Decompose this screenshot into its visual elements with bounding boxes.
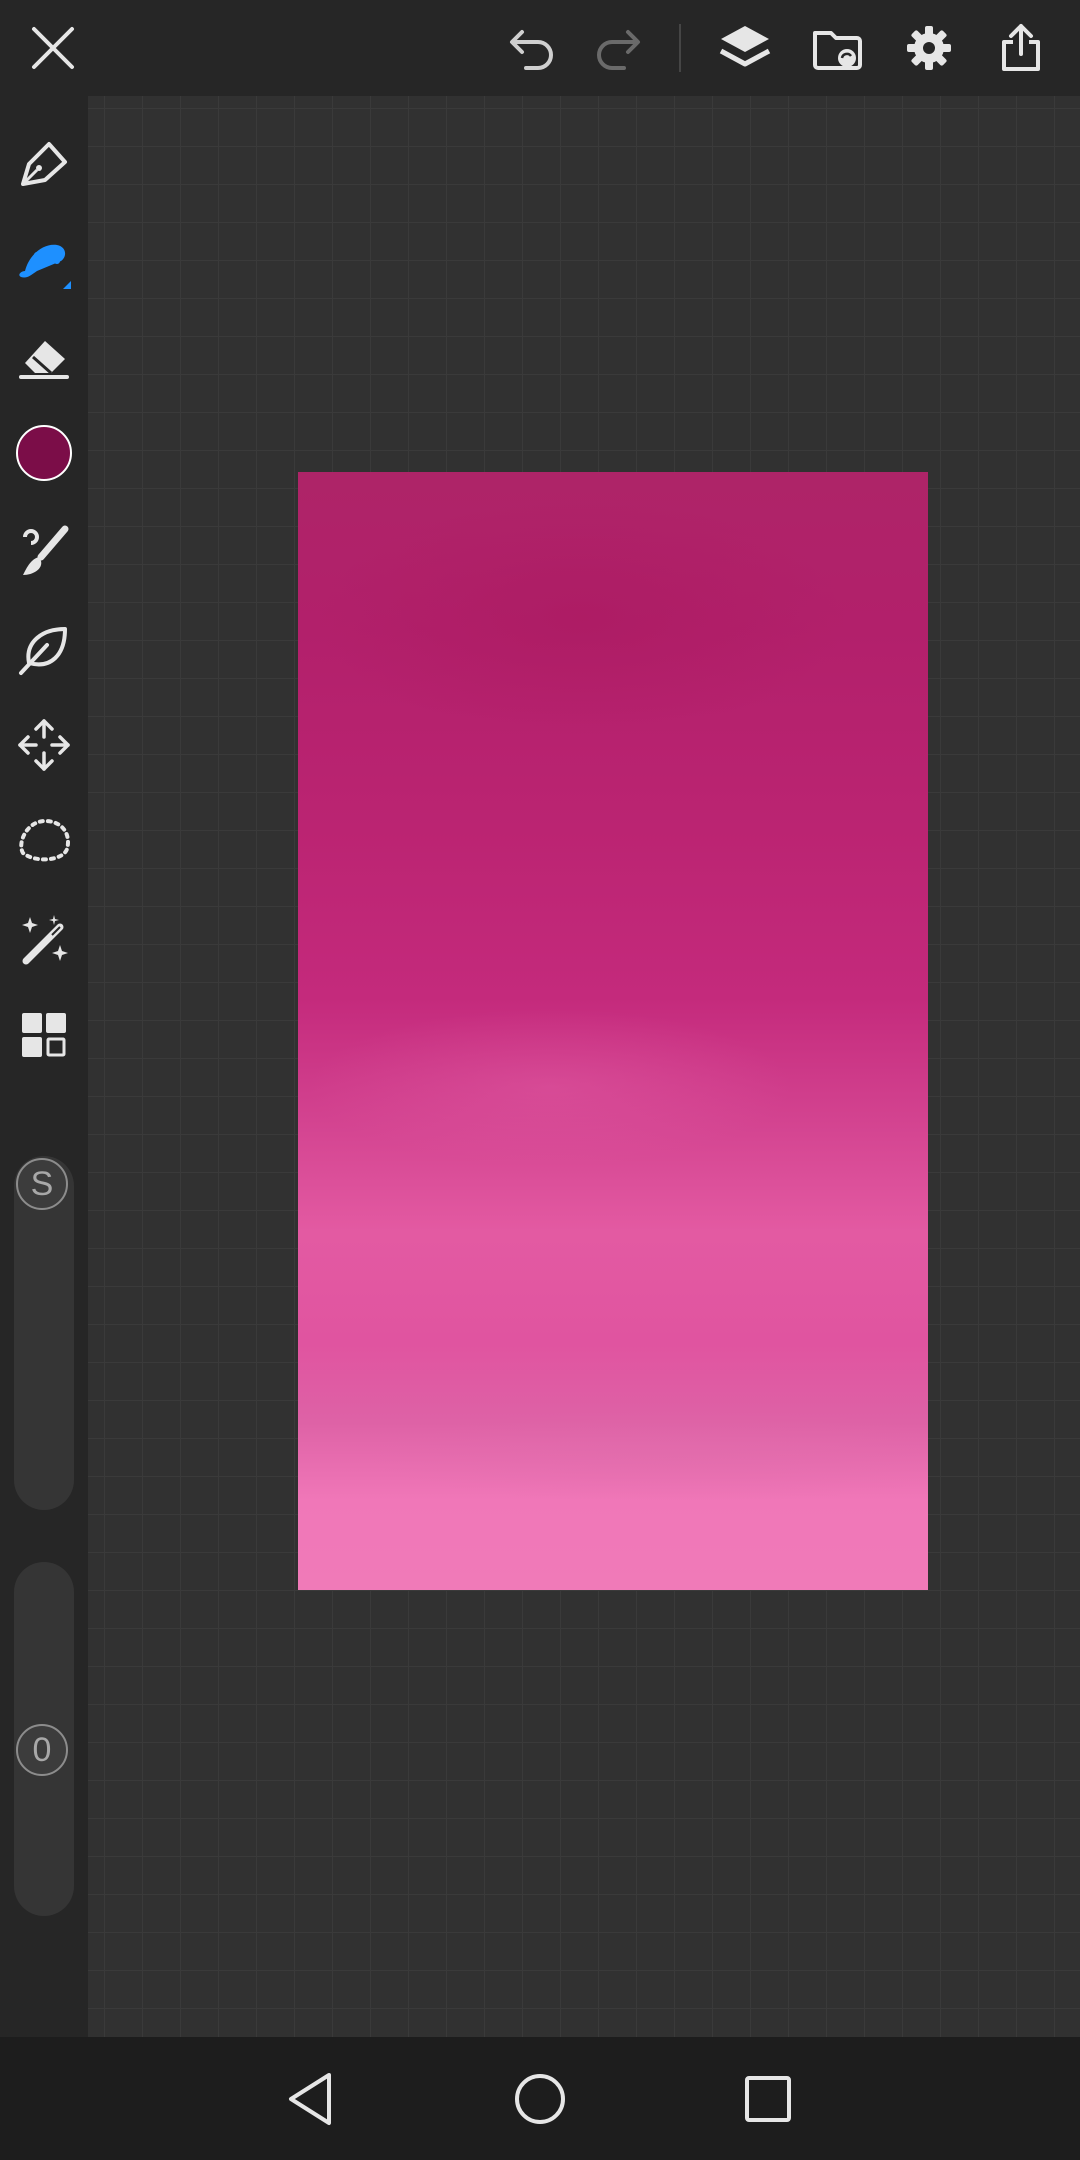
artwork-canvas[interactable] (298, 472, 928, 1590)
paint-brush-icon[interactable] (14, 522, 74, 580)
move-arrows-icon[interactable] (14, 716, 74, 774)
back-triangle-icon[interactable] (278, 2067, 342, 2131)
redo-icon[interactable] (589, 20, 645, 76)
size-slider-label: S (30, 1165, 54, 1203)
share-upload-icon[interactable] (992, 20, 1050, 76)
size-slider[interactable]: S (14, 1156, 74, 1510)
eraser-icon[interactable] (14, 330, 74, 386)
opacity-slider-knob[interactable]: 0 (16, 1724, 68, 1776)
opacity-slider-label: 0 (32, 1731, 52, 1769)
opacity-slider[interactable]: 0 (14, 1562, 74, 1916)
toolbar-divider (679, 24, 681, 72)
undo-icon[interactable] (505, 20, 561, 76)
gear-icon[interactable] (900, 20, 958, 76)
size-slider-knob[interactable]: S (16, 1158, 68, 1210)
pen-nib-icon[interactable] (14, 134, 74, 190)
folder-sync-icon[interactable] (808, 20, 866, 76)
system-nav-bar (0, 2037, 1080, 2160)
close-icon[interactable] (22, 20, 84, 76)
magic-wand-icon[interactable] (14, 910, 74, 968)
top-toolbar (0, 0, 1080, 96)
color-swatch[interactable] (16, 425, 72, 481)
layers-icon[interactable] (716, 20, 774, 76)
canvas-area[interactable] (88, 96, 1080, 2037)
fill-bucket-icon[interactable] (14, 230, 76, 292)
recents-square-icon[interactable] (736, 2067, 800, 2131)
lasso-icon[interactable] (14, 812, 74, 870)
home-circle-icon[interactable] (508, 2067, 572, 2131)
leaf-icon[interactable] (14, 620, 74, 678)
grid-icon[interactable] (14, 1006, 74, 1064)
